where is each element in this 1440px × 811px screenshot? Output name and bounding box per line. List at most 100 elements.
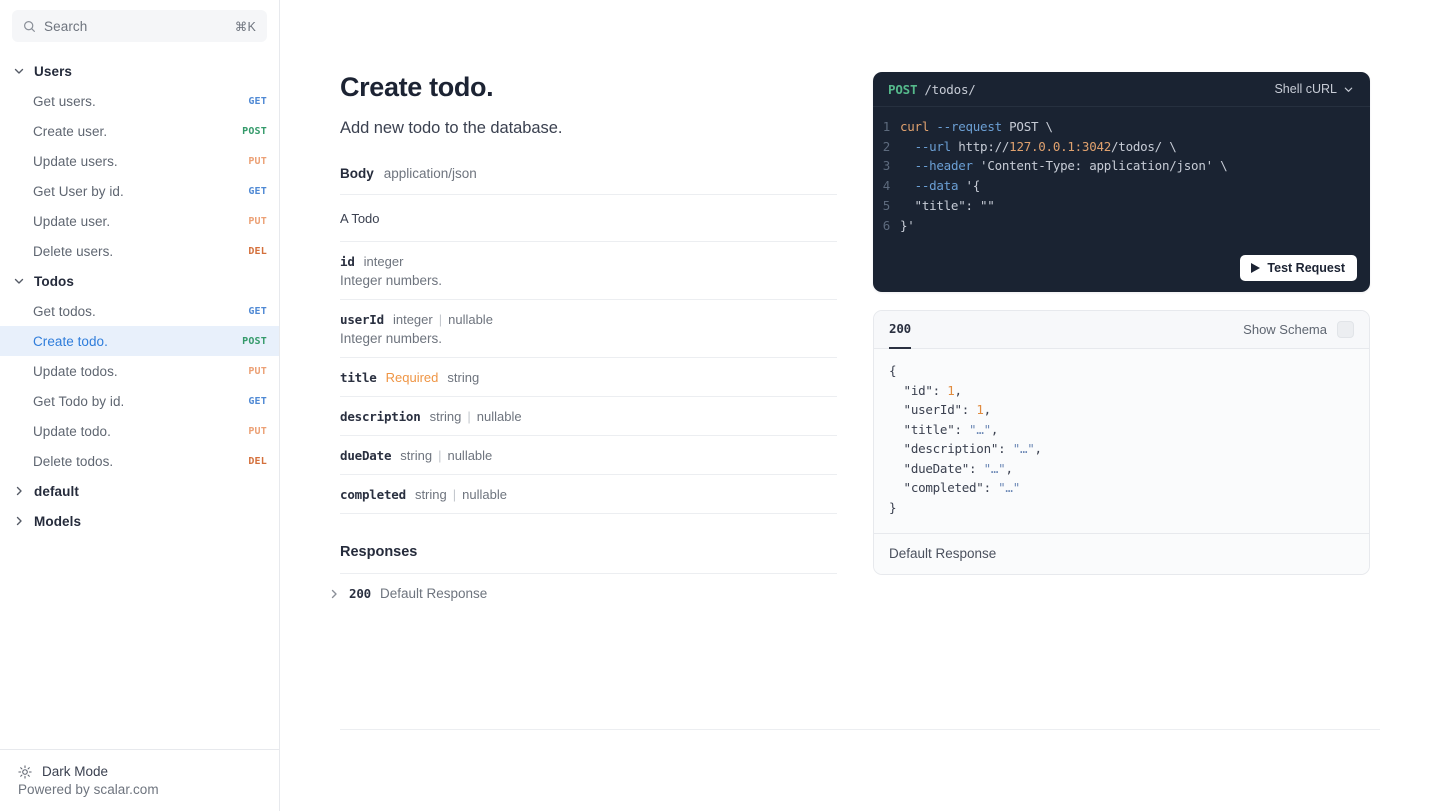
code-block[interactable]: 1 curl --request POST \ 2 --url http://127… [873,107,1370,247]
sidebar-item-create-todo[interactable]: Create todo. POST [0,326,279,356]
content-columns: Create todo. Add new todo to the databas… [280,0,1440,613]
property-separator: | [452,487,457,502]
response-panel-header: 200 Show Schema [874,311,1369,350]
body-header: Body application/json [340,166,837,195]
code-line-text: "title": "" [900,197,995,213]
sidebar-item-label: Get Todo by id. [33,393,125,409]
response-json-line: "completed": "…" [889,480,1021,496]
property-head: dueDate string | nullable [340,448,837,463]
chevron-right-icon [12,485,25,498]
code-line-number: 1 [882,119,891,134]
endpoint-path: /todos/ [924,81,976,97]
code-endpoint: POST/todos/ [888,82,976,97]
sidebar-item-method-badge: PUT [248,155,267,167]
property-nullable: nullable [447,448,493,463]
property-separator: | [467,409,471,424]
sidebar-item-update-todo[interactable]: Update todo. PUT [0,416,279,446]
sidebar-item-delete-todos[interactable]: Delete todos. DEL [0,446,279,476]
sidebar-item-method-badge: GET [248,395,267,407]
sidebar-item-update-todos[interactable]: Update todos. PUT [0,356,279,386]
body-mime-type: application/json [383,166,477,181]
response-json-body: { "id": 1, "userId": 1, "title": "…", "d… [874,349,1369,534]
schema-title: A Todo [340,195,837,242]
sidebar-group-default[interactable]: default [0,476,279,506]
sidebar-group-models[interactable]: Models [0,506,279,536]
playground-column: POST/todos/ Shell cURL 1 curl --request P… [873,72,1370,613]
show-schema-toggle[interactable] [1337,321,1354,339]
sidebar-item-delete-users[interactable]: Delete users. DEL [0,236,279,266]
response-row[interactable]: 200 Default Response [327,574,837,613]
response-description: Default Response [379,586,488,601]
property-list: id integer Integer numbers. userId integer | n… [340,242,837,514]
chevron-right-icon [327,587,340,600]
chevron-down-icon [1343,84,1354,95]
powered-by-link[interactable]: Powered by scalar.com [18,782,267,797]
search-placeholder: Search [44,18,88,34]
response-json-line: "userId": 1, [889,402,992,418]
response-status-tab[interactable]: 200 [889,311,911,349]
language-label: Shell cURL [1274,82,1337,96]
chevron-down-icon [12,275,25,288]
response-json-line: { [889,363,897,379]
response-panel: 200 Show Schema { "id": 1, "userId": 1, … [873,310,1370,576]
property-name: title [340,370,377,385]
sidebar-item-label: Update todo. [33,423,111,439]
property-type: integer [392,312,433,327]
sidebar-item-update-users[interactable]: Update users. PUT [0,146,279,176]
language-selector[interactable]: Shell cURL [1274,82,1354,96]
sidebar-item-get-users[interactable]: Get users. GET [0,86,279,116]
sidebar-item-update-user[interactable]: Update user. PUT [0,206,279,236]
dark-mode-toggle[interactable]: Dark Mode [18,764,267,779]
code-line-text: --url http://127.0.0.1:3042/todos/ \ [914,138,1177,154]
property-row: completed string | nullable [340,475,837,514]
response-json-line: } [889,499,897,515]
sidebar-item-get-todos[interactable]: Get todos. GET [0,296,279,326]
chevron-right-icon [12,515,25,528]
test-request-button[interactable]: Test Request [1240,255,1357,282]
dark-mode-label: Dark Mode [42,764,109,779]
response-json-line: "id": 1, [889,382,962,398]
sidebar-item-method-badge: PUT [248,215,267,227]
sidebar-group-label: Models [34,513,82,529]
sidebar-item-get-todo-by-id[interactable]: Get Todo by id. GET [0,386,279,416]
sidebar-item-get-user-by-id[interactable]: Get User by id. GET [0,176,279,206]
property-nullable: nullable [476,409,522,424]
search-wrap: Search ⌘K [0,0,279,42]
sidebar: Search ⌘K Users Get users. GET Create user.… [0,0,280,811]
code-line: 5 "title": "" [873,196,1370,216]
show-schema-label[interactable]: Show Schema [1243,322,1327,337]
code-line: 6}' [873,216,1370,236]
sidebar-item-method-badge: POST [242,125,267,137]
sidebar-item-method-badge: DEL [248,245,267,257]
property-required-badge: Required [385,370,439,385]
sidebar-group-users[interactable]: Users [0,56,279,86]
response-header-right: Show Schema [1243,321,1354,339]
request-code-panel: POST/todos/ Shell cURL 1 curl --request P… [873,72,1370,293]
page-title: Create todo. [340,72,494,102]
endpoint-method: POST [888,81,918,97]
property-row: dueDate string | nullable [340,436,837,475]
sidebar-group-todos[interactable]: Todos [0,266,279,296]
code-line-number: 3 [882,158,891,174]
property-description: Integer numbers. [340,331,443,346]
sidebar-item-label: Delete todos. [33,453,114,469]
sidebar-group-label: Todos [34,273,74,289]
property-name: id [340,254,355,269]
response-footer-text: Default Response [874,533,1369,575]
response-rows: 200 Default Response [331,574,837,613]
property-name: dueDate [340,448,392,463]
main-content: Create todo. Add new todo to the databas… [280,0,1440,811]
code-panel-footer: Test Request [873,247,1370,292]
sidebar-item-method-badge: POST [242,335,267,347]
property-head: description string | nullable [340,409,837,424]
sidebar-group-label: Users [34,63,73,79]
test-request-label: Test Request [1267,261,1345,276]
property-head: completed string | nullable [340,487,837,502]
code-line-text: --header 'Content-Type: application/json… [914,158,1228,174]
search-input[interactable]: Search ⌘K [12,10,267,42]
sidebar-item-method-badge: DEL [248,455,267,467]
sidebar-item-label: Update user. [33,213,111,229]
code-line: 1 curl --request POST \ [873,117,1370,137]
documentation-column: Create todo. Add new todo to the databas… [331,72,837,613]
sidebar-item-create-user[interactable]: Create user. POST [0,116,279,146]
